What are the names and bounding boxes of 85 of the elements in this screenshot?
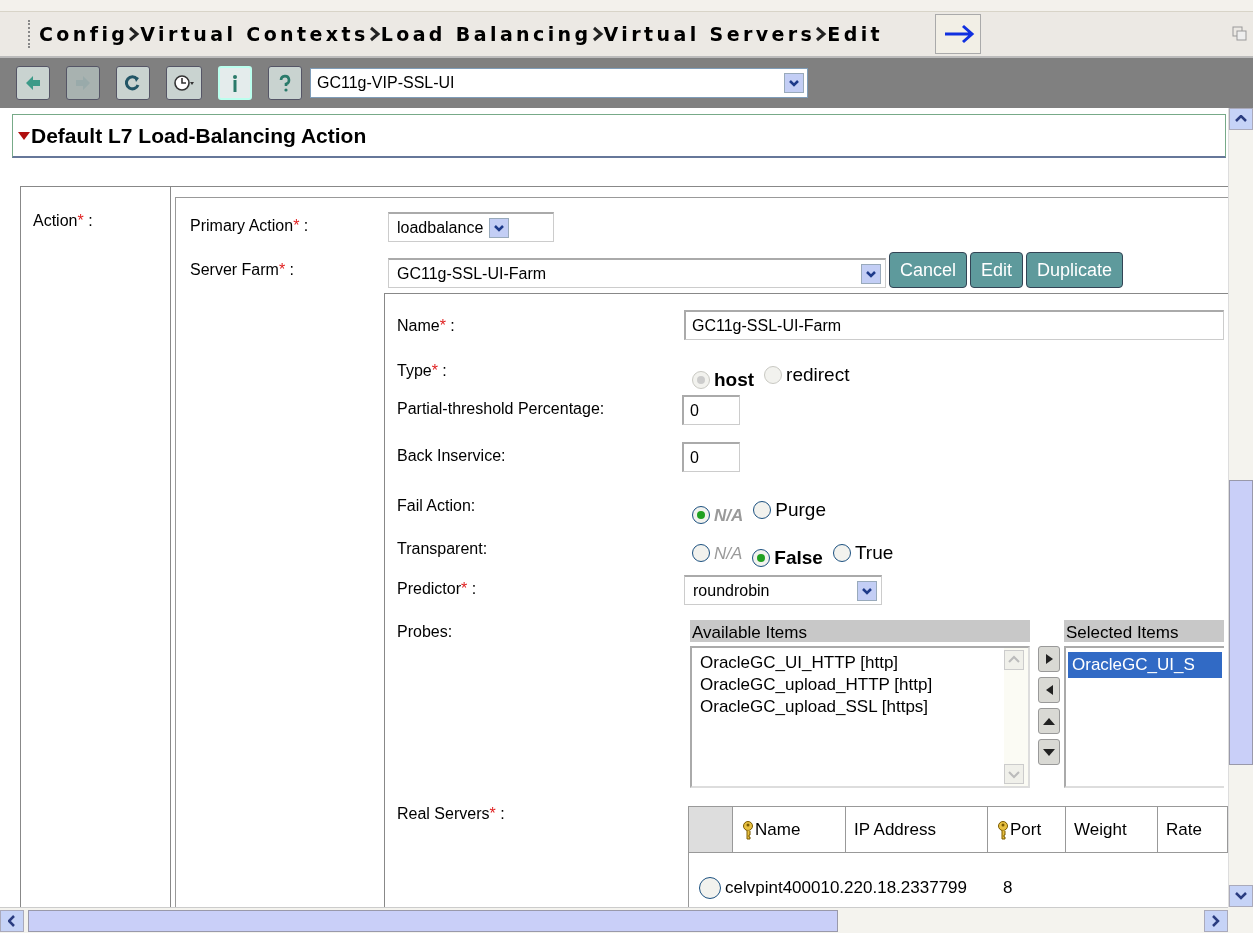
list-item[interactable]: OracleGC_UI_S bbox=[1068, 652, 1222, 678]
triangle-up-icon bbox=[1043, 717, 1055, 725]
radio-button[interactable] bbox=[692, 506, 710, 525]
option-label: True bbox=[854, 541, 894, 565]
chevron-up-icon bbox=[1235, 115, 1247, 123]
scroll-right-button[interactable] bbox=[1204, 909, 1228, 932]
radio-button[interactable] bbox=[752, 549, 771, 568]
table-cell-text: 8 bbox=[1003, 877, 1013, 900]
select-field[interactable]: loadbalance bbox=[388, 212, 554, 242]
toolbar-button[interactable] bbox=[116, 66, 150, 100]
scroll-down-button[interactable] bbox=[1229, 885, 1253, 907]
field-label: Probes: bbox=[397, 623, 453, 640]
chevron-right-icon bbox=[591, 26, 604, 42]
radio-button[interactable] bbox=[753, 501, 772, 520]
option-label: redirect bbox=[786, 363, 850, 387]
chevron-right-icon bbox=[128, 26, 141, 42]
key-icon bbox=[996, 819, 1010, 840]
breadcrumb-link[interactable]: Edit bbox=[827, 19, 884, 49]
triangle-right-icon bbox=[1045, 654, 1053, 664]
scrollbar-thumb[interactable] bbox=[1229, 480, 1253, 765]
field-label: Primary Action* : bbox=[190, 217, 309, 234]
field-label: Real Servers* : bbox=[397, 805, 505, 822]
chevron-right-icon bbox=[368, 26, 381, 42]
column-header: Weight bbox=[1074, 818, 1127, 841]
select-field[interactable]: GC11g-SSL-UI-Farm bbox=[388, 258, 886, 288]
list-box[interactable]: OracleGC_UI_HTTP [http] OracleGC_upload_HTTP [http] OracleGC_upload_SSL [https] bbox=[690, 646, 1030, 788]
clock-icon bbox=[173, 73, 195, 93]
move-button[interactable] bbox=[1038, 677, 1060, 703]
key-icon bbox=[741, 819, 755, 840]
chevron-right-icon bbox=[815, 26, 828, 42]
list-item[interactable]: OracleGC_upload_HTTP [http] bbox=[700, 674, 996, 696]
field-label: Server Farm* : bbox=[190, 261, 295, 278]
list-box[interactable]: OracleGC_UI_S bbox=[1064, 646, 1224, 788]
option-label: N/A bbox=[714, 504, 744, 527]
section-header[interactable]: Default L7 Load-Balancing Action bbox=[12, 114, 1226, 158]
list-header: Available Items bbox=[690, 620, 1030, 642]
breadcrumb-link[interactable]: Load Balancing bbox=[380, 19, 592, 49]
option-label: Purge bbox=[775, 498, 826, 522]
context-dropdown[interactable]: GC11g-VIP-SSL-UI bbox=[310, 68, 808, 98]
radio-button[interactable] bbox=[832, 544, 851, 563]
radio-button[interactable] bbox=[692, 544, 710, 563]
text-field[interactable]: 0 bbox=[682, 442, 740, 472]
list-item[interactable]: OracleGC_UI_HTTP [http] bbox=[700, 652, 996, 674]
radio-button[interactable] bbox=[699, 877, 721, 899]
field-label: Action* : bbox=[33, 212, 93, 229]
go-button[interactable] bbox=[935, 14, 982, 54]
move-button[interactable] bbox=[1038, 739, 1060, 765]
toolbar-button[interactable] bbox=[166, 66, 202, 100]
scrollbar-thumb[interactable] bbox=[28, 909, 838, 932]
caret-down-icon bbox=[17, 129, 31, 142]
option-label: host bbox=[714, 368, 755, 392]
chevron-left-icon bbox=[8, 914, 16, 927]
scroll-up-button[interactable] bbox=[1229, 108, 1253, 130]
column-header: IP Address bbox=[854, 818, 936, 841]
breadcrumb-link[interactable]: Config bbox=[39, 19, 129, 49]
column-header: Port bbox=[1010, 818, 1042, 841]
move-button[interactable] bbox=[1038, 708, 1060, 734]
text-field[interactable]: 0 bbox=[682, 395, 740, 425]
option-label: N/A bbox=[714, 542, 743, 565]
table-cell-text: celvpint400010.220.18.2337799 bbox=[725, 877, 967, 900]
field-label: Type* : bbox=[397, 362, 447, 379]
move-button[interactable] bbox=[1038, 646, 1060, 672]
field-label: Partial-threshold Percentage: bbox=[397, 400, 605, 417]
triangle-left-icon bbox=[1045, 685, 1053, 695]
scroll-left-button[interactable] bbox=[0, 909, 24, 932]
text-field[interactable]: GC11g-SSL-UI-Farm bbox=[684, 310, 1224, 340]
option-label: False bbox=[774, 546, 823, 570]
breadcrumb-link[interactable]: Virtual Servers bbox=[603, 19, 816, 49]
chevron-down-icon bbox=[1235, 892, 1247, 900]
list-header: Selected Items bbox=[1064, 620, 1224, 642]
chevron-right-icon bbox=[1212, 914, 1220, 927]
breadcrumb-link[interactable]: Virtual Contexts bbox=[140, 19, 369, 49]
triangle-down-icon bbox=[1043, 748, 1055, 756]
field-label: Transparent: bbox=[397, 540, 488, 557]
field-label: Fail Action: bbox=[397, 497, 476, 514]
toolbar-button[interactable] bbox=[16, 66, 50, 100]
field-label: Name* : bbox=[397, 317, 455, 334]
list-item[interactable]: OracleGC_upload_SSL [https] bbox=[700, 696, 996, 718]
column-header: Rate bbox=[1166, 818, 1202, 841]
field-label: Predictor* : bbox=[397, 580, 477, 597]
toolbar-button[interactable] bbox=[268, 66, 302, 100]
column-header: Name bbox=[755, 818, 801, 841]
select-field[interactable]: roundrobin bbox=[684, 575, 882, 605]
field-label: Back Inservice: bbox=[397, 447, 506, 464]
info-icon bbox=[232, 74, 238, 92]
